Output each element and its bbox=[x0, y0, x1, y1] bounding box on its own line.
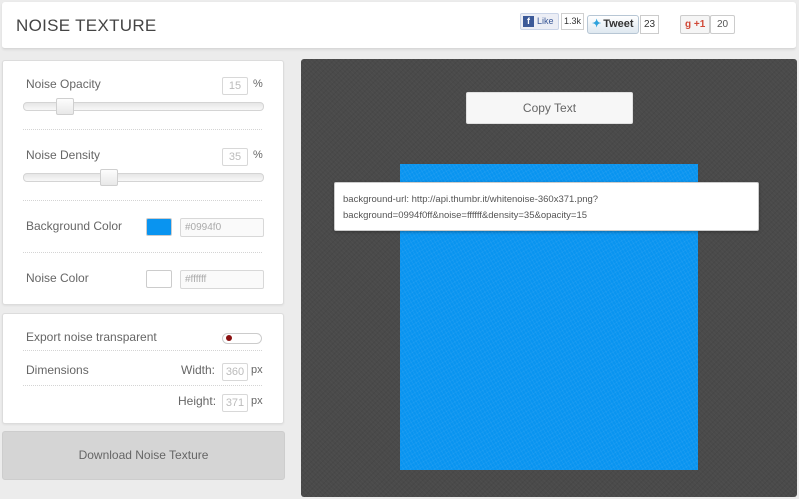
tweet-count: 23 bbox=[640, 15, 660, 34]
divider bbox=[23, 200, 262, 201]
divider bbox=[23, 252, 262, 253]
noise-color-label: Noise Color bbox=[26, 271, 89, 285]
noise-density-label: Noise Density bbox=[26, 148, 101, 162]
noise-color-swatch[interactable] bbox=[146, 270, 172, 288]
tweet-button[interactable]: ✦ Tweet bbox=[587, 15, 639, 34]
noise-density-input[interactable]: 35 bbox=[222, 148, 248, 166]
toggle-indicator bbox=[226, 335, 232, 341]
google-plus-label: +1 bbox=[693, 19, 706, 30]
css-code-box[interactable]: background-url: http://api.thumbr.it/whi… bbox=[334, 182, 759, 231]
css-code-line: background=0994f0ff&noise=ffffff&density… bbox=[343, 210, 588, 221]
noise-opacity-slider-handle[interactable] bbox=[56, 98, 75, 115]
css-code-line: background-url: http://api.thumbr.it/whi… bbox=[343, 194, 599, 205]
facebook-like-label: Like bbox=[537, 16, 554, 26]
background-color-input[interactable]: #0994f0 bbox=[180, 218, 264, 237]
header-bar: NOISE TEXTURE bbox=[2, 2, 796, 49]
settings-panel bbox=[2, 60, 284, 305]
width-label: Width: bbox=[181, 363, 216, 377]
noise-opacity-label: Noise Opacity bbox=[26, 77, 101, 91]
height-input[interactable]: 371 bbox=[222, 394, 248, 412]
google-plus-count: 20 bbox=[710, 15, 736, 34]
export-transparent-label: Export noise transparent bbox=[26, 330, 157, 344]
noise-density-slider[interactable] bbox=[23, 173, 264, 182]
facebook-like-count: 1.3k bbox=[561, 13, 585, 30]
width-input[interactable]: 360 bbox=[222, 363, 248, 381]
height-label: Height: bbox=[178, 394, 217, 408]
export-transparent-toggle[interactable] bbox=[222, 333, 262, 344]
google-plus-button[interactable]: g +1 bbox=[680, 15, 711, 34]
divider bbox=[23, 350, 262, 351]
twitter-bird-icon: ✦ bbox=[592, 18, 602, 30]
background-color-label: Background Color bbox=[26, 219, 123, 233]
noise-density-unit: % bbox=[253, 149, 263, 161]
tweet-label: Tweet bbox=[603, 18, 634, 30]
noise-density-slider-handle[interactable] bbox=[100, 169, 119, 186]
copy-text-button[interactable]: Copy Text bbox=[466, 92, 633, 124]
height-unit: px bbox=[251, 395, 263, 407]
download-button[interactable]: Download Noise Texture bbox=[2, 431, 285, 480]
noise-opacity-unit: % bbox=[253, 78, 263, 90]
noise-color-input[interactable]: #ffffff bbox=[180, 270, 264, 289]
width-unit: px bbox=[251, 364, 263, 376]
facebook-icon: f bbox=[523, 16, 534, 27]
divider bbox=[23, 385, 262, 386]
facebook-like-button[interactable]: f Like bbox=[520, 13, 559, 30]
page-title: NOISE TEXTURE bbox=[16, 16, 157, 35]
dimensions-label: Dimensions bbox=[26, 363, 89, 377]
background-color-swatch[interactable] bbox=[146, 218, 172, 236]
noise-opacity-input[interactable]: 15 bbox=[222, 77, 248, 95]
divider bbox=[23, 129, 262, 130]
google-plus-icon: g bbox=[685, 19, 692, 30]
